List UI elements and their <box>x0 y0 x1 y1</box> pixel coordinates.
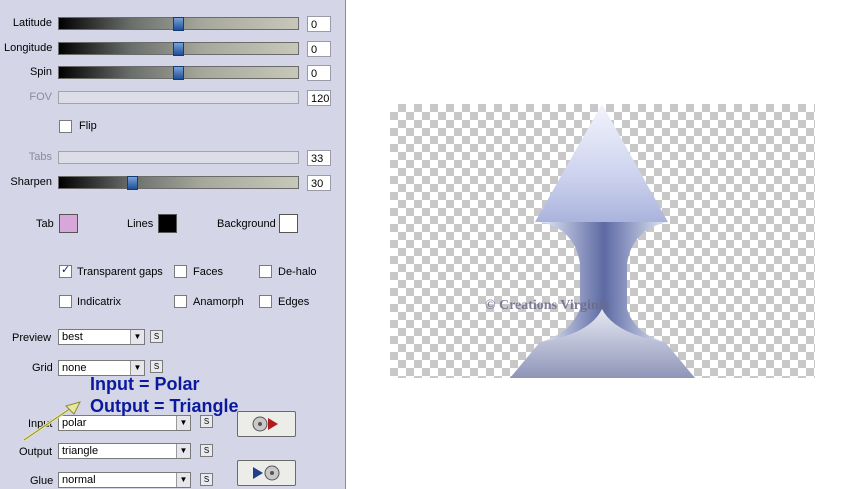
preview-shape <box>510 104 695 378</box>
indicatrix-label: Indicatrix <box>77 296 122 308</box>
chevron-down-icon: ▼ <box>176 473 190 487</box>
flip-label: Flip <box>79 120 97 132</box>
glue-select[interactable]: normal ▼ <box>58 472 191 488</box>
edges-checkbox[interactable] <box>259 295 272 308</box>
flip-checkbox[interactable] <box>59 120 72 133</box>
latitude-input[interactable]: 0 <box>307 16 331 32</box>
tab-color-label: Tab <box>36 218 54 230</box>
chevron-down-icon: ▼ <box>130 330 144 344</box>
grid-label: Grid <box>32 362 53 374</box>
tabs-label: Tabs <box>28 151 52 163</box>
disc-play-icon <box>252 416 278 432</box>
lines-color-swatch[interactable] <box>158 214 177 233</box>
longitude-input[interactable]: 0 <box>307 41 331 57</box>
glue-label: Glue <box>30 475 54 487</box>
lines-color-label: Lines <box>127 218 154 230</box>
grid-s-button[interactable]: S <box>150 360 163 373</box>
output-label: Output <box>19 446 53 458</box>
latitude-slider[interactable] <box>58 17 299 31</box>
sharpen-label: Sharpen <box>10 176 52 188</box>
background-color-label: Background <box>217 218 276 230</box>
save-output-button[interactable] <box>237 460 296 486</box>
latitude-slider-thumb[interactable] <box>173 17 184 31</box>
annotation-input: Input = Polar <box>90 374 200 394</box>
longitude-label: Longitude <box>4 42 53 54</box>
play-disc-icon <box>253 465 280 481</box>
fov-input[interactable]: 120 <box>307 90 331 106</box>
preview-label: Preview <box>12 332 52 344</box>
longitude-slider-thumb[interactable] <box>173 42 184 56</box>
output-select-value: triangle <box>62 445 99 457</box>
longitude-slider[interactable] <box>58 42 299 56</box>
grid-select-value: none <box>62 362 87 374</box>
spin-input[interactable]: 0 <box>307 65 331 81</box>
annotation-output: Output = Triangle <box>90 396 239 416</box>
indicatrix-checkbox[interactable] <box>59 295 72 308</box>
output-s-button[interactable]: S <box>200 444 213 457</box>
preview-select-value: best <box>62 331 83 343</box>
faces-label: Faces <box>193 266 223 278</box>
edges-label: Edges <box>278 296 310 308</box>
background-color-swatch[interactable] <box>279 214 298 233</box>
glue-select-value: normal <box>62 474 96 486</box>
settings-panel: Latitude 0 Longitude 0 Spin 0 FOV 120 Fl… <box>0 0 346 489</box>
de-halo-checkbox[interactable] <box>259 265 272 278</box>
sharpen-slider[interactable] <box>58 176 299 190</box>
spin-label: Spin <box>29 66 52 78</box>
fov-label: FOV <box>29 91 52 103</box>
sharpen-slider-thumb[interactable] <box>127 176 138 190</box>
spin-slider[interactable] <box>58 66 299 80</box>
faces-checkbox[interactable] <box>174 265 187 278</box>
watermark: © Creations Virginia <box>485 298 610 313</box>
de-halo-label: De-halo <box>278 266 317 278</box>
annotation-arrow-icon <box>23 401 81 442</box>
chevron-down-icon: ▼ <box>176 444 190 458</box>
spin-slider-thumb[interactable] <box>173 66 184 80</box>
transparent-gaps-checkbox[interactable] <box>59 263 72 278</box>
glue-s-button[interactable]: S <box>200 473 213 486</box>
tab-color-swatch[interactable] <box>59 214 78 233</box>
latitude-label: Latitude <box>12 17 52 29</box>
fov-slider <box>58 91 299 104</box>
chevron-down-icon: ▼ <box>176 416 190 430</box>
anamorph-checkbox[interactable] <box>174 295 187 308</box>
anamorph-label: Anamorph <box>193 296 244 308</box>
tabs-slider <box>58 151 299 164</box>
preview-select[interactable]: best ▼ <box>58 329 145 345</box>
preview-s-button[interactable]: S <box>150 330 163 343</box>
sharpen-input[interactable]: 30 <box>307 175 331 191</box>
preview-canvas[interactable]: © Creations Virginia <box>390 104 815 378</box>
load-input-button[interactable] <box>237 411 296 437</box>
tabs-input[interactable]: 33 <box>307 150 331 166</box>
transparent-gaps-label: Transparent gaps <box>77 266 163 278</box>
